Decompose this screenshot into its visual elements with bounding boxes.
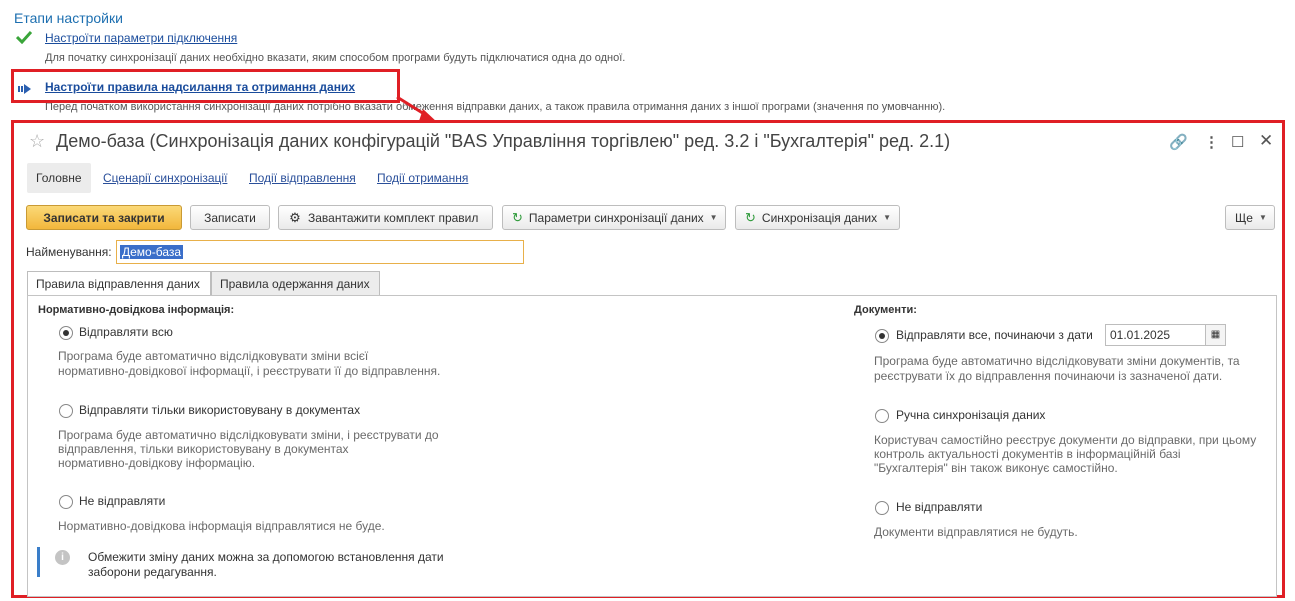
hint-ndi-all-2: нормативно-довідкової інформації, і реєс…	[58, 364, 441, 378]
step-desc-connection: Для початку синхронізації даних необхідн…	[45, 52, 626, 64]
tab-send-rules-label: Правила відправлення даних	[36, 277, 200, 291]
chevron-down-icon: ▼	[883, 213, 892, 222]
date-value: 01.01.2025	[1110, 328, 1171, 342]
hint-docs-none: Документи відправлятися не будуть.	[874, 525, 1078, 539]
sync-params-button[interactable]: ↻ Параметри синхронізації даних ▼	[502, 205, 726, 230]
info-text-1: Обмежити зміну даних можна за допомогою …	[88, 550, 444, 564]
sync-button[interactable]: ↻ Синхронізація даних ▼	[735, 205, 900, 230]
favorite-star-icon[interactable]: ☆	[29, 131, 45, 152]
more-button[interactable]: Ще ▼	[1225, 205, 1275, 230]
hint-docs-from-date-1: Програма буде автоматично відслідковуват…	[874, 354, 1240, 368]
calendar-icon[interactable]: ▦	[1206, 324, 1226, 346]
radio-docs-from-date[interactable]	[875, 329, 889, 343]
save-close-label: Записати та закрити	[43, 210, 165, 225]
more-label: Ще	[1235, 210, 1253, 225]
radio-docs-manual[interactable]	[875, 409, 889, 423]
date-input[interactable]: 01.01.2025	[1105, 324, 1206, 346]
radio-ndi-all[interactable]	[59, 326, 73, 340]
name-value: Демо-база	[120, 245, 184, 259]
load-rules-label: Завантажити комплект правил	[308, 210, 479, 225]
dialog-title: Демо-база (Синхронізація даних конфігура…	[56, 131, 951, 151]
radio-docs-none[interactable]	[875, 501, 889, 515]
hint-docs-manual-3: "Бухгалтерія" він також виконує самостій…	[874, 461, 1118, 475]
tab-receive-rules[interactable]: Правила одержання даних	[211, 271, 380, 295]
sync-label: Синхронізація даних	[761, 210, 878, 225]
radio-docs-manual-label[interactable]: Ручна синхронізація даних	[896, 408, 1045, 422]
radio-docs-from-date-label[interactable]: Відправляти все, починаючи з дати	[896, 328, 1093, 342]
save-close-button[interactable]: Записати та закрити	[26, 205, 182, 230]
tab-send-rules[interactable]: Правила відправлення даних	[27, 271, 211, 296]
hint-docs-from-date-2: реєструвати їх до відправлення починаючи…	[874, 369, 1223, 383]
hint-ndi-used-2: відправлення, тільки використовувану в д…	[58, 442, 349, 456]
sync-icon: ↻	[745, 209, 756, 225]
load-rules-icon: ⚙	[289, 209, 301, 225]
close-icon[interactable]: ✕	[1259, 131, 1273, 151]
hint-ndi-all-1: Програма буде автоматично відслідковуват…	[58, 349, 369, 363]
left-section-title: Нормативно-довідкова інформація:	[38, 304, 235, 316]
radio-ndi-used-label[interactable]: Відправляти тільки використовувану в док…	[79, 403, 360, 417]
highlight-box-step	[11, 69, 400, 103]
sync-params-label: Параметри синхронізації даних	[528, 210, 704, 225]
tab-receive-rules-label: Правила одержання даних	[220, 276, 370, 291]
link-icon[interactable]: 🔗	[1169, 133, 1188, 151]
hint-ndi-used-3: нормативно-довідкову інформацію.	[58, 456, 256, 470]
load-rules-button[interactable]: ⚙ Завантажити комплект правил	[278, 205, 493, 230]
chevron-down-icon: ▼	[709, 213, 718, 222]
hint-ndi-none: Нормативно-довідкова інформація відправл…	[58, 519, 385, 533]
radio-ndi-none-label[interactable]: Не відправляти	[79, 494, 165, 508]
name-label: Найменування:	[26, 245, 112, 259]
nav-main[interactable]: Головне	[27, 163, 91, 193]
maximize-icon[interactable]: ☐	[1231, 133, 1244, 151]
nav-send-events[interactable]: Події відправлення	[249, 171, 356, 185]
radio-ndi-all-label[interactable]: Відправляти всю	[79, 325, 173, 339]
save-button[interactable]: Записати	[190, 205, 270, 230]
hint-docs-manual-1: Користувач самостійно реєструє документи…	[874, 433, 1257, 447]
radio-docs-none-label[interactable]: Не відправляти	[896, 500, 982, 514]
sync-params-icon: ↻	[512, 209, 523, 225]
radio-ndi-none[interactable]	[59, 495, 73, 509]
right-section-title: Документи:	[854, 304, 917, 316]
nav-scenarios[interactable]: Сценарії синхронізації	[103, 171, 227, 185]
chevron-down-icon: ▼	[1258, 213, 1267, 222]
radio-ndi-used[interactable]	[59, 404, 73, 418]
hint-docs-manual-2: контроль актуальності документів в інфор…	[874, 447, 1181, 461]
info-icon: i	[55, 550, 70, 565]
info-text-2: заборони редагування.	[88, 565, 217, 579]
hint-ndi-used-1: Програма буде автоматично відслідковуват…	[58, 428, 439, 442]
check-icon	[15, 30, 33, 45]
step-link-connection[interactable]: Настроїти параметри підключення	[45, 31, 237, 45]
steps-title: Етапи настройки	[14, 10, 123, 26]
more-vert-icon[interactable]: ⋮	[1204, 133, 1219, 151]
nav-receive-events[interactable]: Події отримання	[377, 171, 468, 185]
name-input[interactable]: Демо-база	[116, 240, 524, 264]
info-bar	[37, 547, 40, 577]
save-label: Записати	[204, 210, 256, 225]
